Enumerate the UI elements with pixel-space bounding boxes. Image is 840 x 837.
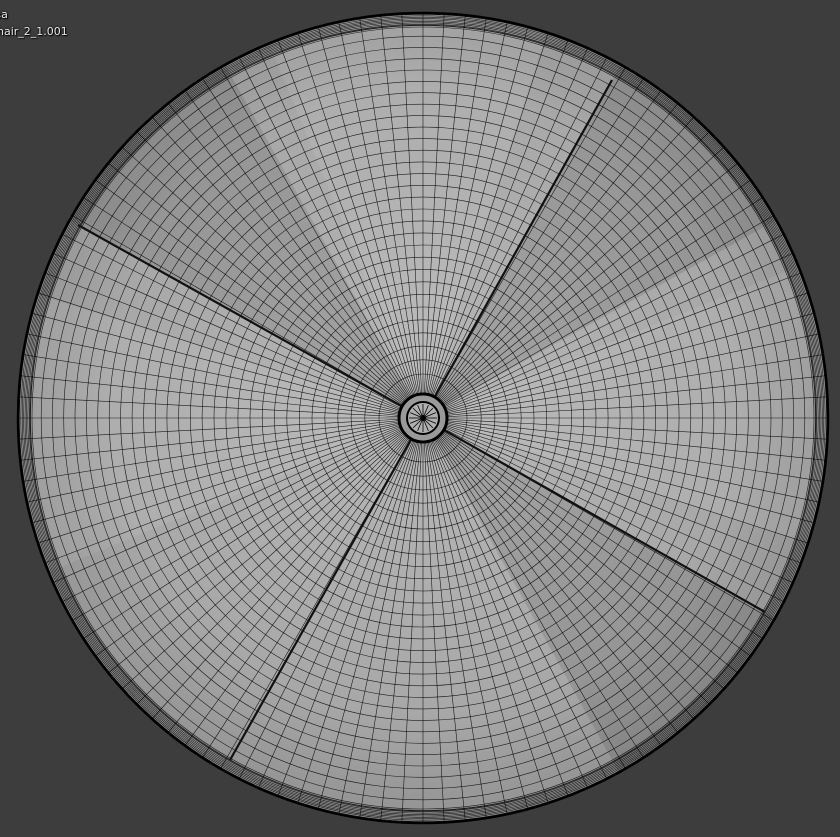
mesh-object-wireframe[interactable] bbox=[0, 0, 840, 837]
viewport-info-overlay: ыва hair_2_1.001 bbox=[0, 6, 68, 40]
3d-viewport[interactable]: ыва hair_2_1.001 bbox=[0, 0, 840, 837]
viewport-object-name: hair_2_1.001 bbox=[0, 25, 68, 38]
viewport-view-label: ыва bbox=[0, 8, 8, 21]
center-hub bbox=[397, 392, 449, 444]
hub-center bbox=[420, 415, 426, 421]
